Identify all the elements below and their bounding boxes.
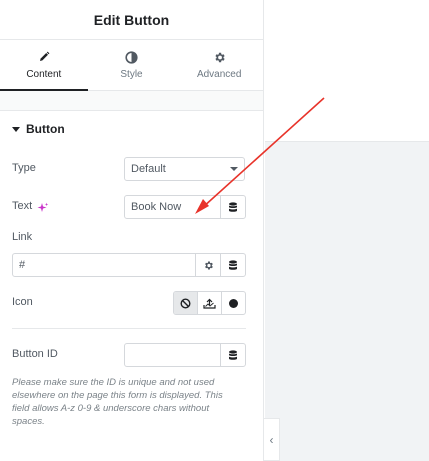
tab-content-label: Content [26,69,62,80]
collapse-panel-button[interactable]: ‹ [264,418,280,461]
link-input[interactable]: # [13,254,195,276]
icon-label: Icon [12,296,33,308]
panel-title: Edit Button [93,11,170,28]
link-dynamic-tags-button[interactable] [220,254,245,276]
panel-header: Edit Button [0,0,263,40]
dynamic-tags-button[interactable] [220,196,245,218]
pencil-icon [37,50,51,64]
divider [12,328,246,329]
tab-style-label: Style [120,69,143,80]
type-label: Type [12,162,36,174]
gear-icon [204,260,213,270]
button-id-input[interactable] [125,344,220,366]
section-toggle-button[interactable]: Button [0,111,263,147]
tab-style[interactable]: Style [88,40,176,90]
button-id-dynamic-tags-button[interactable] [220,344,245,366]
database-icon [229,201,237,212]
sparkle-icon[interactable] [37,201,49,219]
gear-icon [212,50,226,64]
tab-advanced-label: Advanced [196,69,242,80]
button-id-help-text: Please make sure the ID is unique and no… [12,377,223,427]
preview-canvas [265,141,429,461]
chevron-left-icon: ‹ [269,432,274,447]
button-id-field-group [124,343,246,367]
chevron-down-icon [230,167,238,171]
text-input[interactable]: Book Now [125,196,220,218]
section-divider [0,91,263,111]
database-icon [229,259,237,270]
database-icon [229,349,237,360]
icon-choose-group [173,291,246,315]
circle-icon[interactable] [221,292,245,314]
caret-down-icon [12,126,20,132]
link-label: Link [12,231,33,243]
section-title: Button [26,122,65,136]
none-icon[interactable] [174,292,197,314]
link-options-button[interactable] [195,254,220,276]
tab-advanced[interactable]: Advanced [175,40,263,90]
half-circle-icon [125,50,139,64]
type-select[interactable]: Default [124,157,245,181]
link-field-group: # [12,253,246,277]
preview-canvas-top [265,0,429,141]
button-id-label: Button ID [12,348,58,360]
upload-icon[interactable] [197,292,221,314]
tab-content[interactable]: Content [0,40,88,91]
type-select-value: Default [131,163,166,175]
panel-tabs: Content Style Advanced [0,40,263,91]
text-label: Text [12,200,33,212]
text-field-group: Book Now [124,195,246,219]
